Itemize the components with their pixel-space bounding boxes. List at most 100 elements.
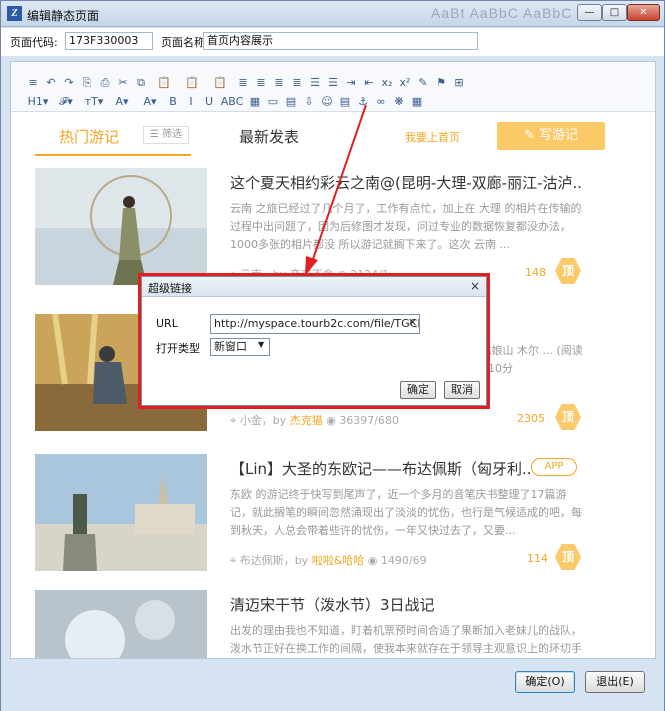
toolbar-icon[interactable]: ⎙ (97, 75, 113, 91)
top-badge: 顶 (555, 404, 581, 430)
post-image (35, 454, 207, 571)
toolbar-icon[interactable]: ABC (219, 94, 245, 110)
list-item[interactable]: 【Lin】大圣的东欧记——布达佩斯（匈牙利.. APP 东欧 的游记终于快写到尾… (35, 454, 635, 590)
hyperlink-dialog-highlight: 超级链接 × URL http://myspace.tourb2c.com/fi… (138, 273, 490, 409)
toolbar-icon[interactable]: ▤ (337, 94, 353, 110)
post-location: 小金，by (239, 414, 287, 427)
post-stats: 36397/680 (339, 414, 400, 427)
toolbar-icon[interactable]: B (165, 94, 181, 110)
toolbar-row-2: H1▾ 𝓕▾ тT▾ A▾ A▾ B I U ABC ▦ ▭ ▤ ⇩ ☺ ▤ ⚓ ∞ ❋ ▦ (25, 93, 427, 111)
toolbar-icon[interactable]: x₂ (379, 75, 395, 91)
toolbar-icon[interactable]: I (183, 94, 199, 110)
eye-icon: ◉ (367, 554, 381, 567)
toolbar-icon[interactable]: ⚑ (433, 75, 449, 91)
toolbar-icon[interactable]: 𝓕▾ (53, 94, 79, 110)
maximize-button[interactable]: □ (602, 4, 627, 21)
home-page-link[interactable]: 我要上首页 (405, 129, 460, 145)
post-image (35, 590, 207, 658)
active-tab-underline (35, 154, 191, 156)
close-icon[interactable]: × (470, 279, 480, 293)
list-item[interactable]: 清迈宋干节（泼水节）3日战记 出发的理由我也不知道，盯着机票预时间合适了果断加入… (35, 590, 635, 658)
toolbar-icon[interactable]: ⇥ (343, 75, 359, 91)
toolbar-icon[interactable]: H1▾ (25, 94, 51, 110)
toolbar-icon[interactable]: ❋ (391, 94, 407, 110)
content-tabs: 热门游记 ☰ 筛选 最新发表 我要上首页 ✎ 写游记 (35, 120, 635, 158)
tab-latest[interactable]: 最新发表 (239, 126, 299, 147)
post-likes: 148 (525, 266, 546, 279)
toolbar-icon[interactable]: A▾ (137, 94, 163, 110)
toolbar-icon[interactable]: ≣ (253, 75, 269, 91)
page-code-label: 页面代码: (10, 36, 58, 49)
toolbar-icon[interactable]: ≣ (235, 75, 251, 91)
page-name-label: 页面名称: (161, 36, 209, 49)
toolbar-icon[interactable]: ≡ (25, 75, 41, 91)
page-meta-row: 页面代码: 173F330003 页面名称: 首页内容展示 (1, 28, 664, 56)
toolbar-icon[interactable]: ⇩ (301, 94, 317, 110)
post-title[interactable]: 这个夏天相约彩云之南@(昆明-大理-双廊-丽江-沽泸.. (230, 172, 630, 193)
toolbar-icon[interactable]: ▭ (265, 94, 281, 110)
toolbar-icon[interactable]: ☺ (319, 94, 335, 110)
tab-hot-travels[interactable]: 热门游记 (59, 126, 119, 147)
toolbar-icon[interactable]: ▦ (409, 94, 425, 110)
toolbar-icon[interactable]: ☰ (307, 75, 323, 91)
post-excerpt: 出发的理由我也不知道，盯着机票预时间合适了果断加入老妹儿的战队，泼水节正好在换工… (230, 624, 582, 655)
background-window-title: AaBt AaBbC AaBbC (431, 5, 573, 21)
post-location: 布达佩斯，by (239, 554, 309, 567)
toolbar-icon[interactable]: ⎘ (79, 75, 95, 91)
hyperlink-dialog-title: 超级链接 (148, 282, 192, 295)
toolbar-icon[interactable]: ✎ (415, 75, 431, 91)
post-meta: ⌖ 小金，by 杰克猫 ◉ 36397/680 (230, 412, 399, 428)
toolbar-icon[interactable]: ∞ (373, 94, 389, 110)
write-travel-button[interactable]: ✎ 写游记 (497, 122, 605, 150)
toolbar-icon[interactable]: тT▾ (81, 94, 107, 110)
ok-button[interactable]: 确定(O) (515, 671, 575, 693)
toolbar-icon[interactable]: 📋 (179, 75, 205, 91)
toolbar-icon[interactable]: U (201, 94, 217, 110)
app-badge: APP (531, 458, 577, 476)
post-likes: 2305 (517, 412, 545, 425)
minimize-button[interactable]: — (577, 4, 602, 21)
toolbar-icon[interactable]: ⊞ (451, 75, 467, 91)
post-title[interactable]: 清迈宋干节（泼水节）3日战记 (230, 594, 630, 615)
bottom-button-bar: 确定(O) 退出(E) (1, 661, 664, 711)
hyperlink-dialog: 超级链接 × URL http://myspace.tourb2c.com/fi… (141, 276, 487, 406)
top-badge: 顶 (555, 544, 581, 570)
toolbar-icon[interactable]: x² (397, 75, 413, 91)
toolbar-icon[interactable]: ✂ (115, 75, 131, 91)
chevron-down-icon[interactable]: ▼ (258, 340, 264, 349)
dialog-ok-button[interactable]: 确定 (400, 381, 436, 399)
post-excerpt: 云南 之旅已经过了几个月了，工作有点忙，加上在 大理 的相片在传输的过程中出问题… (230, 202, 582, 251)
toolbar-icon[interactable]: 📋 (151, 75, 177, 91)
page-code-input[interactable]: 173F330003 (65, 32, 153, 50)
toolbar-icon[interactable]: ⇤ (361, 75, 377, 91)
toolbar-icon[interactable]: ↷ (61, 75, 77, 91)
toolbar-icon[interactable]: ↶ (43, 75, 59, 91)
toolbar-icon[interactable]: 📋 (207, 75, 233, 91)
toolbar-icon[interactable]: ≣ (289, 75, 305, 91)
toolbar-icon[interactable]: ▤ (283, 94, 299, 110)
url-label: URL (156, 317, 178, 330)
clear-icon[interactable]: ✕ (408, 316, 417, 329)
location-icon: ⌖ (230, 554, 240, 567)
toolbar-icon[interactable]: ≣ (271, 75, 287, 91)
exit-button[interactable]: 退出(E) (585, 671, 645, 693)
post-image (35, 168, 207, 285)
page-name-input[interactable]: 首页内容展示 (203, 32, 478, 50)
post-stats: 1490/69 (380, 554, 427, 567)
hyperlink-dialog-titlebar: 超级链接 × (142, 277, 486, 297)
toolbar-icon[interactable]: ⧉ (133, 75, 149, 91)
toolbar-icon[interactable]: ⚓ (355, 94, 371, 110)
dialog-cancel-button[interactable]: 取消 (444, 381, 480, 399)
toolbar-icon[interactable]: ▦ (247, 94, 263, 110)
app-icon: Z (7, 6, 22, 21)
toolbar-icon[interactable]: ☰ (325, 75, 341, 91)
post-author[interactable]: 杰克猫 (290, 414, 323, 427)
toolbar-icon[interactable]: A▾ (109, 94, 135, 110)
filter-button[interactable]: ☰ 筛选 (143, 126, 189, 144)
close-button[interactable]: ✕ (627, 4, 660, 21)
window-title: 编辑静态页面 (27, 9, 100, 23)
url-input[interactable]: http://myspace.tourb2c.com/file/TGCKF201… (210, 314, 420, 334)
title-bar: Z 编辑静态页面 AaBt AaBbC AaBbC — □ ✕ (1, 1, 664, 27)
post-author[interactable]: 啦啦&哈哈 (312, 554, 365, 567)
editor-toolbar: ≡ ↶ ↷ ⎘ ⎙ ✂ ⧉ 📋 📋 📋 ≣ ≣ ≣ ≣ ☰ ☰ ⇥ ⇤ x₂ x² ✎ ⚑ ⊞ H1▾ 𝓕▾ тT▾ A▾ A▾ B I… (11, 62, 655, 112)
